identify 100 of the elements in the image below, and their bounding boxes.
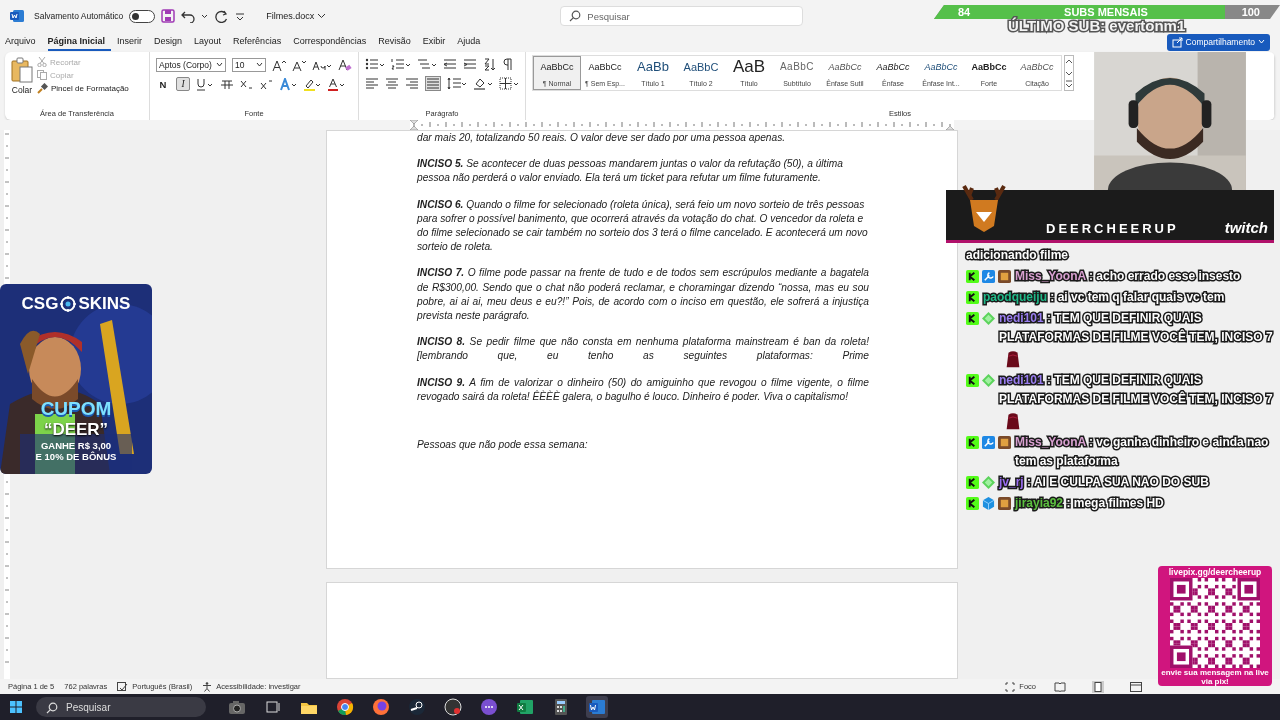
taskbar-search-field[interactable]: Pesquisar [36, 697, 206, 717]
game-badge-icon [998, 497, 1011, 510]
line-spacing-icon[interactable] [447, 77, 467, 90]
ribbon-tab[interactable]: Inserir [117, 33, 149, 51]
search-icon [569, 10, 582, 22]
sort-icon[interactable] [483, 58, 497, 71]
chat-message: nedi101 : TEM QUE DEFINIR QUAIS PLATAFORMAS DE FILME VOCÊ TEM, INCISO 7 [999, 311, 1273, 344]
k-badge-icon [966, 476, 979, 489]
file-name-button[interactable]: Filmes.docx [266, 11, 327, 21]
share-button[interactable]: Compartilhamento [1166, 33, 1270, 51]
game-badge-icon [998, 270, 1011, 283]
strikethrough-icon[interactable] [220, 77, 234, 91]
copy-icon [37, 70, 47, 80]
format-painter-button[interactable]: Pincel de Formatação [37, 83, 129, 94]
undo-icon[interactable] [181, 9, 196, 23]
print-layout-icon[interactable] [1092, 680, 1104, 693]
gem-badge-icon [982, 476, 995, 489]
k-badge-icon [966, 270, 979, 283]
shading-icon[interactable] [473, 77, 493, 90]
pilcrow-icon[interactable] [503, 58, 513, 71]
multilevel-list-icon[interactable] [417, 58, 437, 71]
paragraph: Pessoas que não pode essa semana: [417, 438, 589, 453]
decrease-indent-icon[interactable] [443, 58, 457, 71]
justify-icon[interactable] [425, 76, 441, 91]
numbered-list-icon[interactable] [391, 58, 411, 71]
font-size-field[interactable]: 10 [232, 58, 266, 72]
ribbon-tab[interactable]: Design [154, 33, 189, 51]
search-icon [46, 702, 58, 714]
ribbon-tab[interactable]: Referências [233, 33, 288, 51]
read-mode-icon[interactable] [1054, 681, 1066, 692]
chat-message: paodqueiju : ai vc tem q falar quais vc tem [983, 290, 1225, 304]
paragraph: INCISO 8. Se pedir filme que não consta em nenhuma plataforma mainstream é ban da roleta! [lembrando que, eu tenho as seguintes plataformas: Prime [417, 335, 869, 364]
shrink-font-icon[interactable] [292, 58, 306, 72]
chrome-icon[interactable] [334, 696, 356, 718]
ad-banner[interactable]: CSG SKINS CUPOM “DEER” GANHE R$ 3,00 E 10% DE BÔNUS [0, 284, 152, 474]
start-icon[interactable] [10, 701, 22, 713]
cube-badge-icon [982, 497, 995, 510]
underline-icon[interactable] [196, 77, 214, 91]
save-icon[interactable] [161, 9, 176, 23]
align-center-icon[interactable] [385, 77, 399, 90]
gallery-scroll-icon[interactable] [1064, 55, 1074, 91]
borders-icon[interactable] [499, 77, 519, 90]
paragraph: INCISO 9. A fim de valorizar o dinheiro (50) do amiguinho que revogou o filme vigente, o filme revogado sairá da roleta! ÊÈÈÈ galera, o bagulho é louco. Dinheiro é poder. Viva o capitalismo! [417, 375, 869, 404]
superscript-icon[interactable] [260, 77, 274, 91]
word-logo-icon[interactable] [10, 9, 24, 23]
goal-target: 100 [1241, 6, 1260, 18]
chat-message: jirayia92 : mega filmes HD [1015, 496, 1164, 510]
redo-icon[interactable] [214, 9, 229, 23]
chat-message: Miss_YoonA : acho errado esse insesto [1015, 269, 1241, 283]
font-family-field[interactable]: Aptos (Corpo) [156, 58, 226, 72]
caret-icon [256, 62, 263, 68]
align-right-icon[interactable] [405, 77, 419, 90]
k-badge-icon [966, 497, 979, 510]
k-badge-icon [966, 374, 979, 387]
grow-font-icon[interactable] [272, 58, 286, 72]
coupon-code: “DEER” [43, 420, 109, 440]
clear-formatting-icon[interactable] [338, 58, 352, 72]
bold-button[interactable]: N [156, 77, 170, 91]
align-left-icon[interactable] [365, 77, 379, 90]
paintbrush-icon [37, 83, 48, 94]
caret-icon [216, 62, 223, 68]
chat-message: nedi101 : TEM QUE DEFINIR QUAIS PLATAFORMAS DE FILME VOCÊ TEM, INCISO 7 [999, 373, 1273, 406]
ribbon-tab[interactable]: Revisão [378, 33, 417, 51]
chat-bubble-icon[interactable] [478, 696, 500, 718]
ribbon-tab[interactable]: Ajuda [457, 33, 487, 51]
italic-button[interactable]: I [176, 77, 190, 91]
coupon-title: CUPOM [40, 398, 112, 420]
ad-brand-text: CSG [21, 294, 59, 314]
channel-name: DEERCHEERUP [1046, 221, 1179, 236]
offer-text: E 10% DE BÔNUS [35, 451, 117, 462]
text-effects-icon[interactable] [280, 77, 298, 91]
ribbon-tab[interactable]: Correspondências [293, 33, 373, 51]
k-badge-icon [966, 436, 979, 449]
wrench-badge-icon [982, 436, 995, 449]
pix-caption: envie sua mensagem na live via pix! [1160, 668, 1270, 686]
web-layout-icon[interactable] [1130, 681, 1142, 692]
bullet-list-icon[interactable] [365, 58, 385, 71]
paste-button[interactable]: Colar [11, 55, 33, 109]
ribbon-tab[interactable]: Arquivo [5, 33, 42, 51]
ad-brand-text: SKINS [78, 294, 131, 314]
offer-text: GANHE R$ 3,00 [40, 440, 112, 451]
chat-message: jv_rj : AI E CULPA SUA NAO DO SUB [999, 475, 1209, 489]
accessibility-icon[interactable] [202, 681, 213, 692]
game-badge-icon [998, 436, 1011, 449]
focus-icon[interactable] [1005, 681, 1016, 692]
font-color-icon[interactable] [328, 77, 346, 91]
recording-icon[interactable] [442, 696, 464, 718]
scissors-icon [37, 57, 47, 67]
ribbon-tab[interactable]: Layout [194, 33, 228, 51]
platform-logo: twitch [1224, 219, 1268, 236]
paragraph: INCISO 5. Se acontecer de duas pessoas mandarem juntas o valor da refutação (50), a última pessoa não perderá o valor enviado. Ela terá um ticket para refutar um filme futuramente. [417, 157, 844, 186]
increase-indent-icon[interactable] [463, 58, 477, 71]
proofing-icon[interactable] [117, 681, 129, 692]
search-field[interactable]: Pesquisar [560, 6, 804, 26]
ribbon-tab[interactable]: Exibir [422, 33, 452, 51]
word-icon[interactable] [586, 696, 608, 718]
autosave-toggle[interactable] [129, 9, 156, 23]
highlighter-icon[interactable] [304, 77, 322, 91]
chat-message: adicionando filme [966, 247, 1068, 264]
firefox-icon[interactable] [370, 696, 392, 718]
